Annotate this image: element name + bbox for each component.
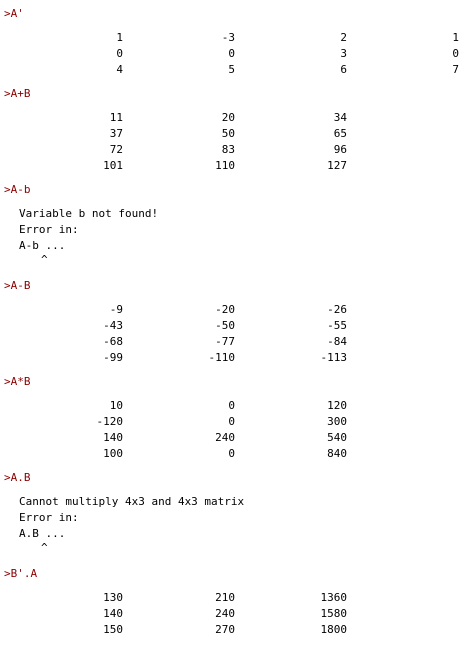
matrix-cell: -110 xyxy=(208,351,236,364)
command-prompt: >A.B xyxy=(4,471,31,484)
matrix-cell: -84 xyxy=(327,335,347,348)
matrix-cell: 300 xyxy=(327,415,347,428)
error-message: Cannot multiply 4x3 and 4x3 matrix xyxy=(19,495,245,508)
matrix-cell: 127 xyxy=(327,159,347,172)
command-prompt: >A' xyxy=(4,7,24,20)
matrix-cell: 83 xyxy=(221,143,235,156)
matrix-cell: 270 xyxy=(215,623,235,636)
matrix-cell: 4 xyxy=(116,63,123,76)
matrix-cell: 140 xyxy=(103,607,123,620)
matrix-cell: 0 xyxy=(228,415,235,428)
error-location-label: Error in: xyxy=(19,223,79,236)
matrix-cell: -26 xyxy=(327,303,347,316)
matrix-cell: 240 xyxy=(215,431,235,444)
command-prompt: >A+B xyxy=(4,87,31,100)
matrix-cell: 65 xyxy=(333,127,347,140)
matrix-cell: -77 xyxy=(215,335,235,348)
matrix-cell: 37 xyxy=(109,127,123,140)
matrix-cell: 0 xyxy=(116,47,123,60)
matrix-cell: -55 xyxy=(327,319,347,332)
matrix-cell: 120 xyxy=(327,399,347,412)
matrix-cell: 1580 xyxy=(320,607,348,620)
matrix-cell: -3 xyxy=(221,31,235,44)
matrix-cell: 5 xyxy=(228,63,235,76)
error-caret: ^ xyxy=(41,253,48,266)
matrix-cell: 140 xyxy=(103,431,123,444)
matrix-cell: 840 xyxy=(327,447,347,460)
matrix-cell: 34 xyxy=(333,111,347,124)
matrix-cell: 100 xyxy=(103,447,123,460)
matrix-cell: 240 xyxy=(215,607,235,620)
matrix-cell: 0 xyxy=(228,447,235,460)
matrix-cell: 0 xyxy=(228,47,235,60)
matrix-cell: 101 xyxy=(103,159,123,172)
matrix-cell: 2 xyxy=(340,31,347,44)
matrix-cell: 540 xyxy=(327,431,347,444)
matrix-cell: 10 xyxy=(109,399,123,412)
matrix-cell: 0 xyxy=(452,47,459,60)
matrix-cell: -43 xyxy=(103,319,123,332)
command-prompt: >A*B xyxy=(4,375,31,388)
matrix-cell: -9 xyxy=(109,303,123,316)
command-prompt: >A-B xyxy=(4,279,31,292)
matrix-cell: 20 xyxy=(221,111,235,124)
matrix-cell: 72 xyxy=(109,143,123,156)
matrix-cell: -20 xyxy=(215,303,235,316)
matrix-cell: 1 xyxy=(452,31,459,44)
matrix-cell: 6 xyxy=(340,63,347,76)
matrix-cell: -113 xyxy=(320,351,348,364)
matrix-cell: 130 xyxy=(103,591,123,604)
matrix-cell: 0 xyxy=(228,399,235,412)
error-caret: ^ xyxy=(41,541,48,554)
error-location-label: Error in: xyxy=(19,511,79,524)
matrix-cell: 11 xyxy=(109,111,123,124)
command-prompt: >A-b xyxy=(4,183,31,196)
matrix-cell: -99 xyxy=(103,351,123,364)
matrix-cell: 50 xyxy=(221,127,235,140)
matrix-cell: -50 xyxy=(215,319,235,332)
matrix-cell: 1360 xyxy=(320,591,348,604)
matrix-cell: 210 xyxy=(215,591,235,604)
error-message: Variable b not found! xyxy=(19,207,159,220)
matrix-cell: 1 xyxy=(116,31,123,44)
matrix-cell: 96 xyxy=(333,143,347,156)
matrix-cell: -120 xyxy=(96,415,124,428)
matrix-cell: 1800 xyxy=(320,623,348,636)
matrix-cell: 150 xyxy=(103,623,123,636)
matrix-cell: 7 xyxy=(452,63,459,76)
console-output[interactable]: >A' 1 -3 2 1 0 0 3 0 4 5 6 7 >A+B 11 20 … xyxy=(0,0,471,645)
matrix-cell: -68 xyxy=(103,335,123,348)
matrix-cell: 3 xyxy=(340,47,347,60)
command-prompt: >B'.A xyxy=(4,567,38,580)
matrix-cell: 110 xyxy=(215,159,235,172)
